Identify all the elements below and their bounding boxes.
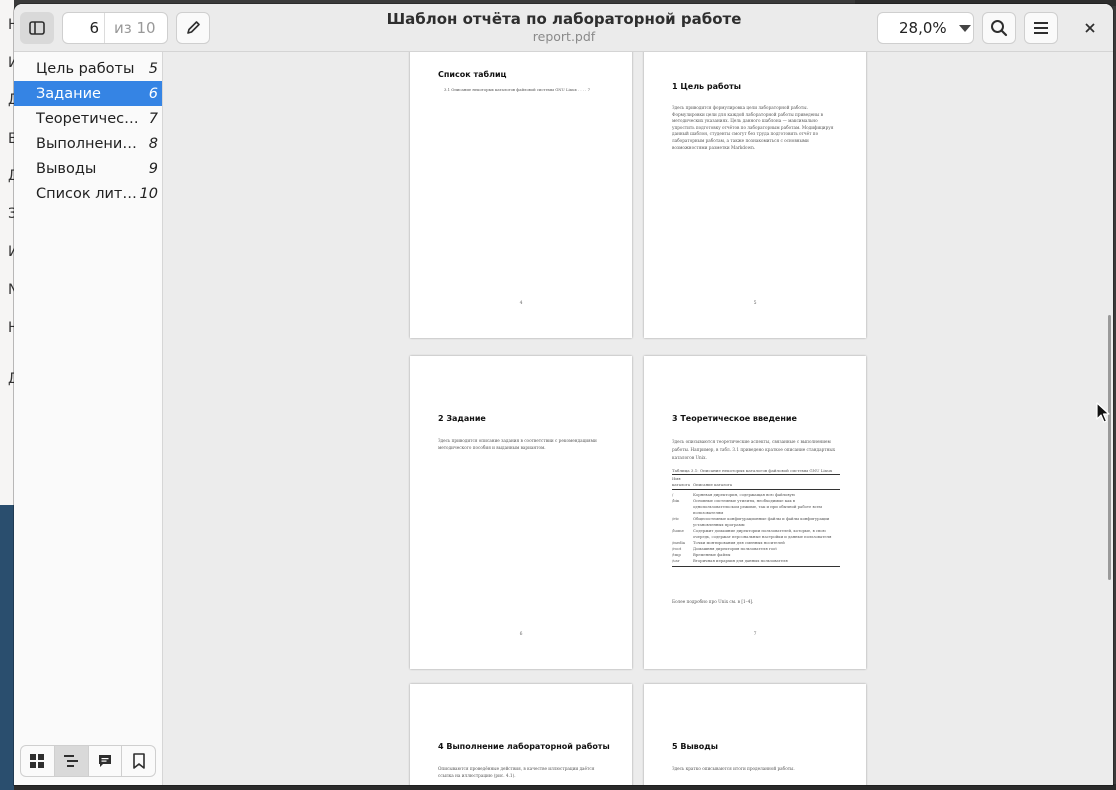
outline-item-label: Выводы (36, 160, 97, 177)
page-heading: 2 Задание (438, 414, 486, 423)
table-cell: /etc (672, 516, 680, 521)
tab-annotations[interactable] (89, 746, 123, 776)
tab-bookmarks[interactable] (122, 746, 155, 776)
outline-item-label: Список литературы (36, 185, 140, 202)
vertical-scrollbar[interactable] (1108, 315, 1111, 580)
page-text: Здесь описываются теоретические аспекты,… (672, 439, 836, 460)
annotate-button[interactable] (176, 12, 210, 44)
headerbar: 6 из 10 Шаблон отчёта по лабораторной ра… (14, 4, 1113, 52)
page-number: 5 (753, 301, 757, 306)
outline-item[interactable]: Список литературы10 (14, 181, 162, 206)
page-number-entry[interactable]: 6 из 10 (62, 12, 168, 44)
sidebar-icon (29, 21, 45, 35)
outline-icon (64, 755, 79, 767)
document-viewer-window: 6 из 10 Шаблон отчёта по лабораторной ра… (14, 4, 1113, 785)
page-text: Здесь кратко описываются итоги проделанн… (672, 766, 795, 771)
chevron-down-icon (959, 24, 971, 32)
outline-item[interactable]: Выводы 9 (14, 156, 162, 181)
page-5[interactable]: 1 Цель работы Здесь приводится формулиро… (644, 52, 866, 338)
outline-item-label: Задание (36, 85, 101, 102)
page-8[interactable]: 4 Выполнение лабораторной работы Описыва… (410, 684, 632, 785)
outline-list: Цель работы 5 Задание 6 Теоретическое введен… (14, 56, 162, 206)
sidebar-tabs (20, 745, 156, 777)
bookmarks-icon (132, 753, 145, 769)
table-header: Имя каталога (672, 476, 690, 487)
page-text: Здесь приводится формулировка цели лабор… (672, 105, 834, 150)
outline-item[interactable]: Выполнение лабораторной работы 8 (14, 131, 162, 156)
document-view[interactable]: Список таблиц 3.1 Описание некоторых кат… (163, 52, 1113, 785)
table-caption: Таблица 3.1: Описание некоторых каталого… (672, 468, 833, 473)
table-cell: Содержит домашние директории пользовател… (693, 528, 832, 539)
table-row: /home Содержит домашние директории пользо… (672, 528, 840, 540)
sidebar: Цель работы 5 Задание 6 Теоретическое введен… (14, 52, 163, 785)
page-text: Более подробно про Unix см. в [1–4]. (672, 599, 754, 604)
close-window-button[interactable] (1073, 12, 1107, 44)
main-menu-button[interactable] (1024, 12, 1058, 44)
page-heading: 3 Теоретическое введение (672, 414, 797, 423)
window-title: Шаблон отчёта по лабораторной работе (386, 10, 742, 28)
desktop-wallpaper (0, 505, 14, 790)
page-number: 6 (519, 632, 523, 637)
page-number: 4 (519, 301, 523, 306)
table-cell: Общесистемные конфигурационные файлы и ф… (693, 516, 830, 527)
page-heading: 1 Цель работы (672, 82, 741, 91)
sidebar-toggle-button[interactable] (20, 12, 54, 44)
outline-item-label: Выполнение лабораторной работы (36, 135, 140, 152)
table-cell: /usr (672, 558, 680, 563)
tab-outline[interactable] (54, 746, 89, 776)
zoom-selector[interactable]: 28,0% (877, 12, 974, 44)
outline-item-page: 7 (148, 110, 158, 127)
outline-item-page: 8 (148, 135, 158, 152)
outline-item-label: Цель работы (36, 60, 135, 77)
page-4[interactable]: Список таблиц 3.1 Описание некоторых кат… (410, 52, 632, 338)
table-row: /usr Вторичная иерархия для данных пользо… (672, 558, 840, 564)
outline-item[interactable]: Задание 6 (14, 81, 162, 106)
page-current-input[interactable]: 6 (63, 13, 105, 43)
tab-thumbnails[interactable] (21, 746, 55, 776)
outline-item-label: Теоретическое введение (36, 110, 140, 127)
table-row: /bin Основные системные утилиты, необходи… (672, 498, 840, 516)
page-total-label: из 10 (114, 19, 156, 37)
table-header: Описание каталога (693, 482, 733, 487)
page-heading: 4 Выполнение лабораторной работы (438, 742, 610, 751)
outline-item-page: 6 (148, 85, 158, 102)
outline-item[interactable]: Цель работы 5 (14, 56, 162, 81)
window-subtitle: report.pdf (532, 29, 596, 44)
page-7[interactable]: 3 Теоретическое введение Здесь описывают… (644, 356, 866, 669)
directory-table: Таблица 3.1: Описание некоторых каталого… (672, 468, 840, 567)
outline-item-page: 10 (139, 185, 158, 202)
mouse-pointer-icon (1096, 402, 1110, 423)
pencil-icon (187, 21, 200, 34)
outline-item-page: 9 (148, 160, 158, 177)
thumbnails-icon (30, 754, 45, 768)
table-cell: Основные системные утилиты, необходимые … (693, 498, 822, 515)
page-9[interactable]: 5 Выводы Здесь кратко описываются итоги … (644, 684, 866, 785)
hamburger-icon (1034, 22, 1048, 34)
page-heading: Список таблиц (438, 70, 507, 79)
page-6[interactable]: 2 Задание Здесь приводится описание зада… (410, 356, 632, 669)
outline-item-page: 5 (148, 60, 158, 77)
page-heading: 5 Выводы (672, 742, 718, 751)
search-button[interactable] (982, 12, 1016, 44)
page-text: 3.1 Описание некоторых каталогов файлово… (444, 87, 591, 92)
table-cell: /bin (672, 498, 680, 503)
search-icon (991, 20, 1008, 37)
close-icon (1085, 23, 1095, 33)
page-text: Описываются проведённые действия, в каче… (438, 766, 595, 778)
table-cell: Вторичная иерархия для данных пользовате… (693, 558, 788, 563)
page-text: Здесь приводится описание задания в соот… (438, 438, 597, 450)
page-number: 7 (753, 632, 757, 637)
table-row: /etc Общесистемные конфигурационные файлы… (672, 516, 840, 528)
outline-item[interactable]: Теоретическое введение 7 (14, 106, 162, 131)
window-title-block: Шаблон отчёта по лабораторной работе rep… (314, 10, 814, 45)
annotations-icon (98, 755, 111, 767)
zoom-value: 28,0% (899, 19, 947, 37)
table-cell: /home (672, 528, 684, 533)
